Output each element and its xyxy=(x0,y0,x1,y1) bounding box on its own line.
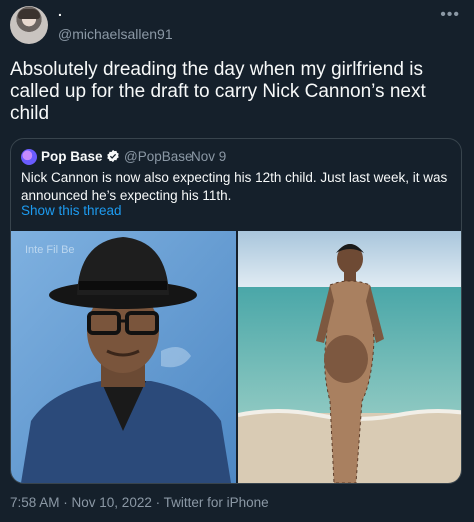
photo-nick-cannon[interactable]: Inte Fil Be xyxy=(11,231,236,483)
tweet-date[interactable]: Nov 10, 2022 xyxy=(72,495,152,510)
tweet-text: Absolutely dreading the day when my girl… xyxy=(10,59,426,124)
quoted-text: Nick Cannon is now also expecting his 12… xyxy=(21,170,448,203)
separator-dot: · xyxy=(181,149,186,164)
backdrop-text: Inte Fil Be xyxy=(25,244,75,256)
quoted-date[interactable]: Nov 9 xyxy=(191,149,226,165)
photo-beach-woman-image xyxy=(238,231,461,483)
quoted-author-name[interactable]: Pop Base xyxy=(41,149,103,165)
author-handle[interactable]: @michaelsallen91 xyxy=(58,26,173,42)
show-thread-link[interactable]: Show this thread xyxy=(21,203,122,219)
quoted-tweet-card[interactable]: Pop Base @PopBase · Nov 9 Nick Cannon is… xyxy=(10,138,462,484)
more-options-icon[interactable]: ••• xyxy=(440,6,460,24)
meta-separator: · xyxy=(151,495,164,510)
photo-beach-woman[interactable] xyxy=(238,231,461,483)
popbase-avatar[interactable] xyxy=(21,149,37,165)
photo-nick-cannon-image: Inte Fil Be xyxy=(11,231,236,483)
avatar-hair xyxy=(18,9,40,19)
author-display-name[interactable]: . xyxy=(58,4,62,18)
tweet-source[interactable]: Twitter for iPhone xyxy=(164,495,269,510)
meta-separator: · xyxy=(59,495,72,510)
verified-badge-icon xyxy=(107,149,119,163)
tweet-metadata: 7:58 AM · Nov 10, 2022 · Twitter for iPh… xyxy=(10,495,269,511)
tweet-time[interactable]: 7:58 AM xyxy=(10,495,60,510)
author-avatar[interactable] xyxy=(10,6,48,44)
